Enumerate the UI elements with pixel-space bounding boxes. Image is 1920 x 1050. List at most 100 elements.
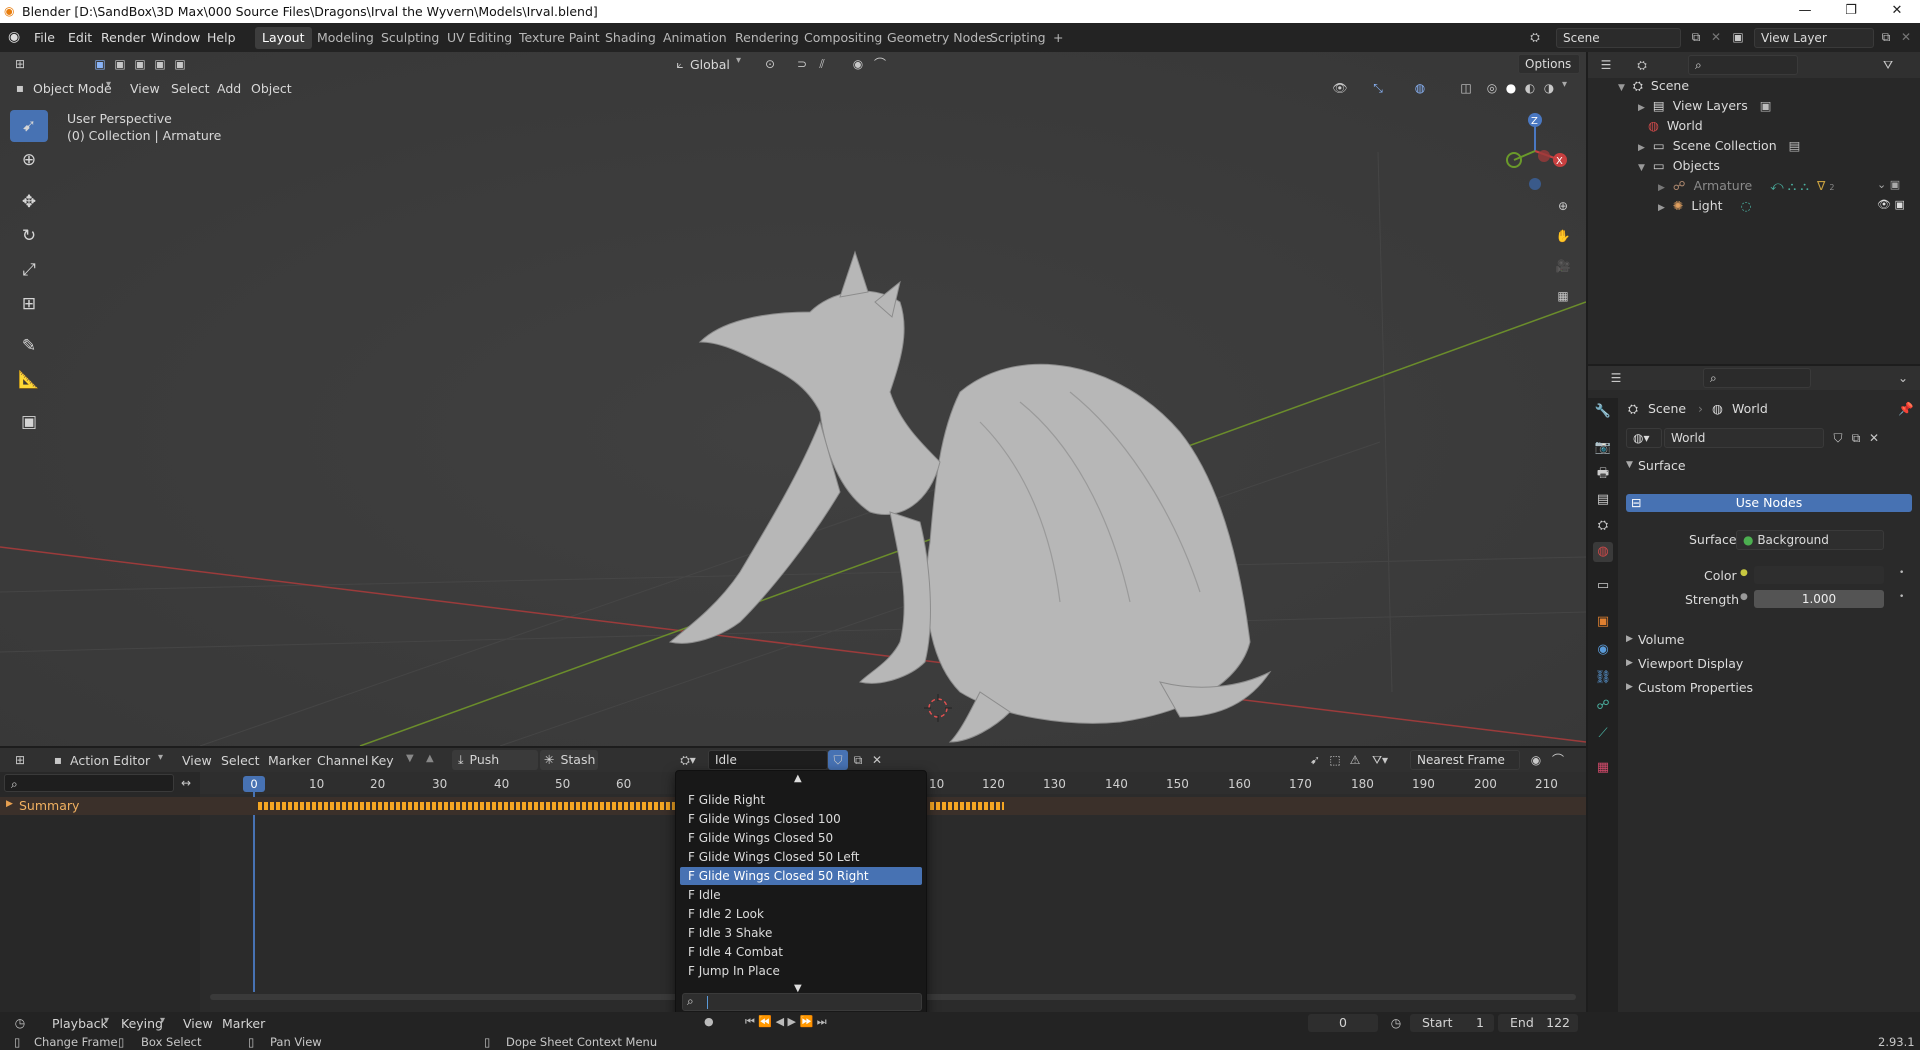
expand-arrow-icon[interactable]: ▶ bbox=[1658, 203, 1665, 213]
unlink-action-icon[interactable]: ✕ bbox=[867, 750, 887, 770]
object-mode-icon[interactable]: ▪ bbox=[10, 78, 30, 98]
expand-arrow-icon[interactable]: ▶ bbox=[1626, 682, 1633, 692]
maximize-button[interactable]: ❐ bbox=[1828, 0, 1874, 23]
use-nodes-button[interactable]: ⊟ Use Nodes bbox=[1626, 494, 1912, 512]
new-world-icon[interactable]: ⧉ bbox=[1846, 428, 1866, 448]
new-view-layer-icon[interactable]: ⧉ bbox=[1876, 27, 1896, 47]
select-subtract-icon[interactable]: ▣ bbox=[130, 54, 150, 74]
timeline-view-menu[interactable]: View bbox=[183, 1016, 213, 1031]
tab-layout[interactable]: Layout bbox=[255, 27, 312, 49]
expand-arrow-icon[interactable]: ▼ bbox=[1638, 163, 1645, 173]
proportional-edit-icon[interactable]: ◉ bbox=[848, 54, 868, 74]
measure-tool-button[interactable]: 📐 bbox=[10, 364, 48, 396]
collapse-arrow-icon[interactable]: ▼ bbox=[1626, 460, 1633, 470]
action-editor-mode-icon[interactable]: ▪ bbox=[48, 750, 68, 770]
strength-value-field[interactable]: 1.000 bbox=[1754, 590, 1884, 608]
auto-key-icon[interactable]: ● bbox=[704, 1015, 714, 1028]
outliner-search-input[interactable]: ⌕ bbox=[1688, 55, 1798, 75]
keyframe-strip-right[interactable] bbox=[930, 802, 1004, 810]
start-frame-field[interactable]: Start 1 bbox=[1410, 1014, 1494, 1032]
ae-menu-select[interactable]: Select bbox=[221, 753, 260, 768]
world-tab-icon[interactable]: ◍ bbox=[1593, 542, 1613, 562]
transform-tool-button[interactable]: ⊞ bbox=[10, 288, 48, 320]
playback-controls-icon[interactable]: ⏮ ⏪ ◀ ▶ ⏩ ⏭ bbox=[745, 1015, 827, 1029]
menu-render[interactable]: Render bbox=[101, 30, 146, 45]
close-button[interactable]: ✕ bbox=[1874, 0, 1920, 23]
timeline-marker-menu[interactable]: Marker bbox=[222, 1016, 265, 1031]
blender-menu-icon[interactable]: ◉ bbox=[8, 29, 20, 45]
collection-tab-icon[interactable]: ▭ bbox=[1593, 576, 1613, 596]
keying-menu[interactable]: Keying bbox=[121, 1016, 163, 1031]
world-browse-icon[interactable]: ◍▾ bbox=[1626, 428, 1662, 448]
viewport-menu-select[interactable]: Select bbox=[171, 81, 210, 96]
tab-shading[interactable]: Shading bbox=[598, 27, 663, 49]
add-cube-tool-button[interactable]: ▣ bbox=[10, 406, 48, 438]
scroll-up-icon[interactable]: ▲ bbox=[794, 773, 802, 784]
pivot-point-icon[interactable]: ⊙ bbox=[760, 54, 780, 74]
dropdown-item[interactable]: F Idle 3 Shake bbox=[680, 924, 922, 942]
filters-icon[interactable]: ⛛▾ bbox=[1370, 750, 1390, 770]
physics-tab-icon[interactable]: ◉ bbox=[1593, 640, 1613, 660]
select-extend-icon[interactable]: ▣ bbox=[110, 54, 130, 74]
gizmo-toggle-icon[interactable]: ⤡ bbox=[1368, 78, 1388, 98]
select-intersect-icon[interactable]: ▣ bbox=[170, 54, 190, 74]
only-selected-icon[interactable]: ➹ bbox=[1305, 750, 1325, 770]
outliner-row-light[interactable]: ▶ ✺ Light ◌ bbox=[1658, 196, 1751, 216]
ortho-grid-icon[interactable]: ▦ bbox=[1553, 286, 1573, 306]
outliner-row-scene-collection[interactable]: ▶ ▭ Scene Collection ▤ bbox=[1638, 136, 1800, 156]
outliner-row-view-layers[interactable]: ▶ ▤ View Layers ▣ bbox=[1638, 96, 1772, 116]
delete-view-layer-icon[interactable]: ✕ bbox=[1896, 27, 1916, 47]
dropdown-item[interactable]: F Idle 2 Look bbox=[680, 905, 922, 923]
view-layer-field[interactable]: View Layer bbox=[1754, 28, 1874, 48]
menu-window[interactable]: Window bbox=[151, 30, 200, 45]
action-editor-mode-dropdown[interactable]: Action Editor bbox=[70, 753, 150, 768]
properties-editor-type-icon[interactable]: ☰ bbox=[1606, 368, 1626, 388]
new-scene-icon[interactable]: ⧉ bbox=[1686, 27, 1706, 47]
expand-arrow-icon[interactable]: ▶ bbox=[1638, 143, 1645, 153]
fake-user-icon[interactable]: ⛉ bbox=[1828, 428, 1848, 448]
fuzzy-search-icon[interactable]: ↔ bbox=[176, 773, 196, 793]
stash-button[interactable]: ✳ Stash bbox=[540, 750, 598, 770]
display-mode-icon[interactable]: ⛭ bbox=[1632, 55, 1652, 75]
channel-search-input[interactable]: ⌕ bbox=[4, 774, 174, 792]
cursor-tool-button[interactable]: ⊕ bbox=[10, 144, 48, 176]
show-hidden-icon[interactable]: ⬚ bbox=[1325, 750, 1345, 770]
solid-shading-icon[interactable]: ● bbox=[1501, 78, 1521, 98]
tab-geometry-nodes[interactable]: Geometry Nodes bbox=[880, 27, 999, 49]
move-tool-button[interactable]: ✥ bbox=[10, 186, 48, 218]
filter-icon[interactable]: ⛛ bbox=[1878, 55, 1898, 75]
object-data-tab-icon[interactable]: ☍ bbox=[1593, 696, 1613, 716]
viewport-menu-view[interactable]: View bbox=[130, 81, 160, 96]
dropdown-search-input[interactable]: ⌕ bbox=[682, 993, 922, 1011]
new-action-icon[interactable]: ⧉ bbox=[848, 750, 868, 770]
view-layer-icon[interactable]: ▣ bbox=[1728, 27, 1748, 47]
3d-viewport[interactable]: ⊞ ▣ ▣ ▣ ▣ ▣ ⟀ Global ▾ ⊙ ⊃ ⫽ ◉ ⌒ Options… bbox=[0, 52, 1586, 746]
tool-tab-icon[interactable]: 🔧 bbox=[1593, 402, 1613, 422]
snap-target-icon[interactable]: ⫽ bbox=[812, 54, 832, 74]
shading-options-chevron-icon[interactable]: ▾ bbox=[1562, 79, 1567, 90]
wireframe-shading-icon[interactable]: ◎ bbox=[1482, 78, 1502, 98]
constraints-tab-icon[interactable]: ⛓ bbox=[1593, 668, 1613, 688]
scene-tab-icon[interactable]: ⛭ bbox=[1593, 516, 1613, 536]
world-name-field[interactable]: World bbox=[1664, 428, 1824, 448]
keyframe-strip-left[interactable] bbox=[258, 802, 678, 810]
zoom-icon[interactable]: ⊕ bbox=[1553, 196, 1573, 216]
properties-search-input[interactable]: ⌕ bbox=[1703, 368, 1811, 388]
surface-shader-field[interactable]: ● Background bbox=[1736, 530, 1884, 550]
viewport-display-panel-header[interactable]: Viewport Display bbox=[1638, 656, 1743, 671]
action-name-field[interactable]: Idle bbox=[708, 750, 828, 770]
rotate-tool-button[interactable]: ↻ bbox=[10, 220, 48, 252]
current-frame-indicator[interactable]: 0 bbox=[243, 776, 265, 792]
xray-icon[interactable]: ◫ bbox=[1456, 78, 1476, 98]
keyframe-dot-icon[interactable]: • bbox=[1899, 568, 1904, 578]
strength-socket-icon[interactable]: ● bbox=[1740, 592, 1748, 602]
select-tool-button[interactable]: ➹ bbox=[10, 110, 48, 142]
tab-modeling[interactable]: Modeling bbox=[310, 27, 381, 49]
expand-arrow-icon[interactable]: ▼ bbox=[1618, 83, 1625, 93]
expand-arrow-icon[interactable]: ▶ bbox=[6, 799, 13, 809]
ae-menu-channel[interactable]: Channel bbox=[317, 753, 368, 768]
viewport-menu-add[interactable]: Add bbox=[217, 81, 241, 96]
tab-scripting[interactable]: Scripting bbox=[983, 27, 1053, 49]
pan-hand-icon[interactable]: ✋ bbox=[1553, 226, 1573, 246]
menu-edit[interactable]: Edit bbox=[68, 30, 92, 45]
